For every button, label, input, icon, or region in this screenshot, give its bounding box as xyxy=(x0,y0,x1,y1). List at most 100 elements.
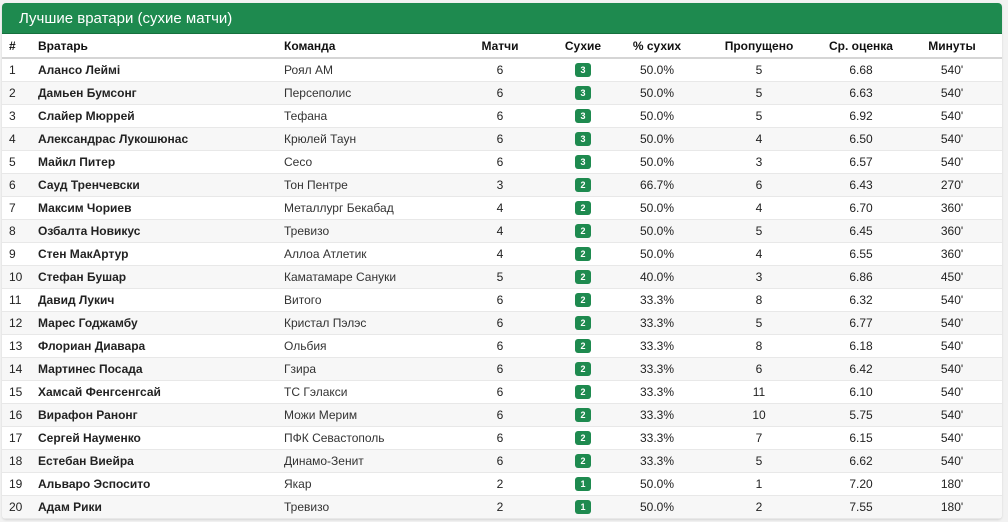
matches-value: 6 xyxy=(496,292,504,307)
rating-value: 6.42 xyxy=(849,361,873,376)
minutes-value: 540' xyxy=(940,407,964,422)
clean-pct-value: 50.0% xyxy=(639,131,675,146)
clean-sheets-badge: 2 xyxy=(575,224,591,238)
column-header-clean-pct[interactable]: % сухих xyxy=(616,34,698,59)
minutes-value: 540' xyxy=(940,430,964,445)
conceded-value: 7 xyxy=(755,430,763,445)
clean-sheets-badge: 2 xyxy=(575,201,591,215)
table-row[interactable]: 6 Сауд Тренчевски Тон Пентре 3 2 66.7% 6 6.43 27… xyxy=(2,173,1002,196)
row-number: 11 xyxy=(9,292,22,307)
team-name: Якар xyxy=(284,476,312,491)
row-number: 3 xyxy=(9,108,16,123)
table-row[interactable]: 16 Вирафон Ранонг Можи Мерим 6 2 33.3% 10 5.75 5… xyxy=(2,403,1002,426)
player-name: Сауд Тренчевски xyxy=(38,177,140,192)
team-name: ТС Гэлакси xyxy=(284,384,348,399)
row-number: 2 xyxy=(9,85,16,100)
table-row[interactable]: 12 Марес Годжамбу Кристал Пэлэс 6 2 33.3% 5 6.7… xyxy=(2,311,1002,334)
player-name: Стен МакАртур xyxy=(38,246,129,261)
team-name: Тефана xyxy=(284,108,328,123)
clean-pct-value: 50.0% xyxy=(639,223,675,238)
table-row[interactable]: 7 Максим Чориев Металлург Бекабад 4 2 50.0% 4 6… xyxy=(2,196,1002,219)
conceded-value: 1 xyxy=(755,476,763,491)
rating-value: 6.55 xyxy=(849,246,873,261)
player-name: Максим Чориев xyxy=(38,200,132,215)
table-row[interactable]: 17 Сергей Науменко ПФК Севастополь 6 2 33.3% 7… xyxy=(2,426,1002,449)
matches-value: 6 xyxy=(496,315,504,330)
table-row[interactable]: 14 Мартинес Посада Гзира 6 2 33.3% 6 6.42 540' xyxy=(2,357,1002,380)
conceded-value: 5 xyxy=(755,453,763,468)
table-row[interactable]: 2 Дамьен Бумсонг Персеполис 6 3 50.0% 5 6.63 540… xyxy=(2,81,1002,104)
minutes-value: 540' xyxy=(940,453,964,468)
clean-pct-value: 50.0% xyxy=(639,108,675,123)
row-number: 18 xyxy=(9,453,23,468)
rating-value: 7.20 xyxy=(849,476,873,491)
conceded-value: 3 xyxy=(755,269,763,284)
conceded-value: 8 xyxy=(755,292,763,307)
clean-sheets-badge: 2 xyxy=(575,362,591,376)
column-header-clean-sheets[interactable]: Сухие xyxy=(550,34,616,59)
column-header-minutes[interactable]: Минуты xyxy=(902,34,1002,59)
minutes-value: 540' xyxy=(940,361,964,376)
minutes-value: 540' xyxy=(940,384,964,399)
team-name: Ольбия xyxy=(284,338,327,353)
matches-value: 4 xyxy=(496,200,504,215)
conceded-value: 5 xyxy=(755,85,763,100)
table-row[interactable]: 9 Стен МакАртур Аллоа Атлетик 4 2 50.0% 4 6.55 3… xyxy=(2,242,1002,265)
goalkeepers-panel: Лучшие вратари (сухие матчи) # Вратарь К… xyxy=(2,3,1002,519)
column-header-rating[interactable]: Ср. оценка xyxy=(820,34,902,59)
column-header-player[interactable]: Вратарь xyxy=(38,34,284,59)
table-row[interactable]: 15 Хамсай Фенгсенгсай ТС Гэлакси 6 2 33.3% 11 6… xyxy=(2,380,1002,403)
table-row[interactable]: 20 Адам Рики Тревизо 2 1 50.0% 2 7.55 180' xyxy=(2,495,1002,518)
table-row[interactable]: 3 Слайер Мюррей Тефана 6 3 50.0% 5 6.92 540' xyxy=(2,104,1002,127)
rating-value: 6.62 xyxy=(849,453,873,468)
table-row[interactable]: 11 Давид Лукич Витого 6 2 33.3% 8 6.32 540' xyxy=(2,288,1002,311)
matches-value: 4 xyxy=(496,223,504,238)
clean-sheets-cell: 2 xyxy=(550,449,616,472)
table-header-row: # Вратарь Команда Матчи Сухие % сухих Пр… xyxy=(2,34,1002,59)
row-number: 8 xyxy=(9,223,16,238)
table-row[interactable]: 10 Стефан Бушар Каматамаре Сануки 5 2 40.0% 3 6… xyxy=(2,265,1002,288)
clean-sheets-badge: 3 xyxy=(575,132,591,146)
rating-value: 6.45 xyxy=(849,223,873,238)
clean-sheets-cell: 2 xyxy=(550,288,616,311)
row-number: 17 xyxy=(9,430,23,445)
table-row[interactable]: 4 Александрас Лукошюнас Крюлей Таун 6 3 50.0%… xyxy=(2,127,1002,150)
clean-sheets-badge: 3 xyxy=(575,155,591,169)
rating-value: 5.75 xyxy=(849,407,873,422)
conceded-value: 4 xyxy=(755,200,763,215)
clean-sheets-badge: 2 xyxy=(575,178,591,192)
clean-pct-value: 40.0% xyxy=(639,269,675,284)
player-name: Флориан Диавара xyxy=(38,338,146,353)
clean-sheets-badge: 2 xyxy=(575,247,591,261)
column-header-matches[interactable]: Матчи xyxy=(450,34,550,59)
rating-value: 6.68 xyxy=(849,62,873,77)
table-row[interactable]: 13 Флориан Диавара Ольбия 6 2 33.3% 8 6.18 540' xyxy=(2,334,1002,357)
conceded-value: 5 xyxy=(755,223,763,238)
player-name: Естебан Виейра xyxy=(38,453,134,468)
clean-pct-value: 33.3% xyxy=(639,292,675,307)
player-name: Альваро Эспосито xyxy=(38,476,151,491)
row-number: 10 xyxy=(9,269,23,284)
column-header-num[interactable]: # xyxy=(2,34,38,59)
clean-sheets-badge: 1 xyxy=(575,500,591,514)
matches-value: 6 xyxy=(496,430,504,445)
clean-sheets-cell: 2 xyxy=(550,196,616,219)
clean-sheets-cell: 2 xyxy=(550,173,616,196)
minutes-value: 540' xyxy=(940,315,964,330)
table-row[interactable]: 19 Альваро Эспосито Якар 2 1 50.0% 1 7.20 180' xyxy=(2,472,1002,495)
column-header-team[interactable]: Команда xyxy=(284,34,450,59)
clean-pct-value: 33.3% xyxy=(639,430,675,445)
clean-pct-value: 33.3% xyxy=(639,384,675,399)
player-name: Мартинес Посада xyxy=(38,361,143,376)
row-number: 20 xyxy=(9,499,23,514)
clean-sheets-badge: 1 xyxy=(575,477,591,491)
table-row[interactable]: 18 Естебан Виейра Динамо-Зенит 6 2 33.3% 5 6.62… xyxy=(2,449,1002,472)
table-row[interactable]: 1 Алансо Леймі Роял АМ 6 3 50.0% 5 6.68 540' xyxy=(2,58,1002,81)
table-row[interactable]: 8 Озбалта Новикус Тревизо 4 2 50.0% 5 6.45 360' xyxy=(2,219,1002,242)
clean-pct-value: 50.0% xyxy=(639,85,675,100)
conceded-value: 4 xyxy=(755,246,763,261)
matches-value: 6 xyxy=(496,453,504,468)
column-header-conceded[interactable]: Пропущено xyxy=(698,34,820,59)
clean-sheets-badge: 2 xyxy=(575,385,591,399)
table-row[interactable]: 5 Майкл Питер Сесо 6 3 50.0% 3 6.57 540' xyxy=(2,150,1002,173)
